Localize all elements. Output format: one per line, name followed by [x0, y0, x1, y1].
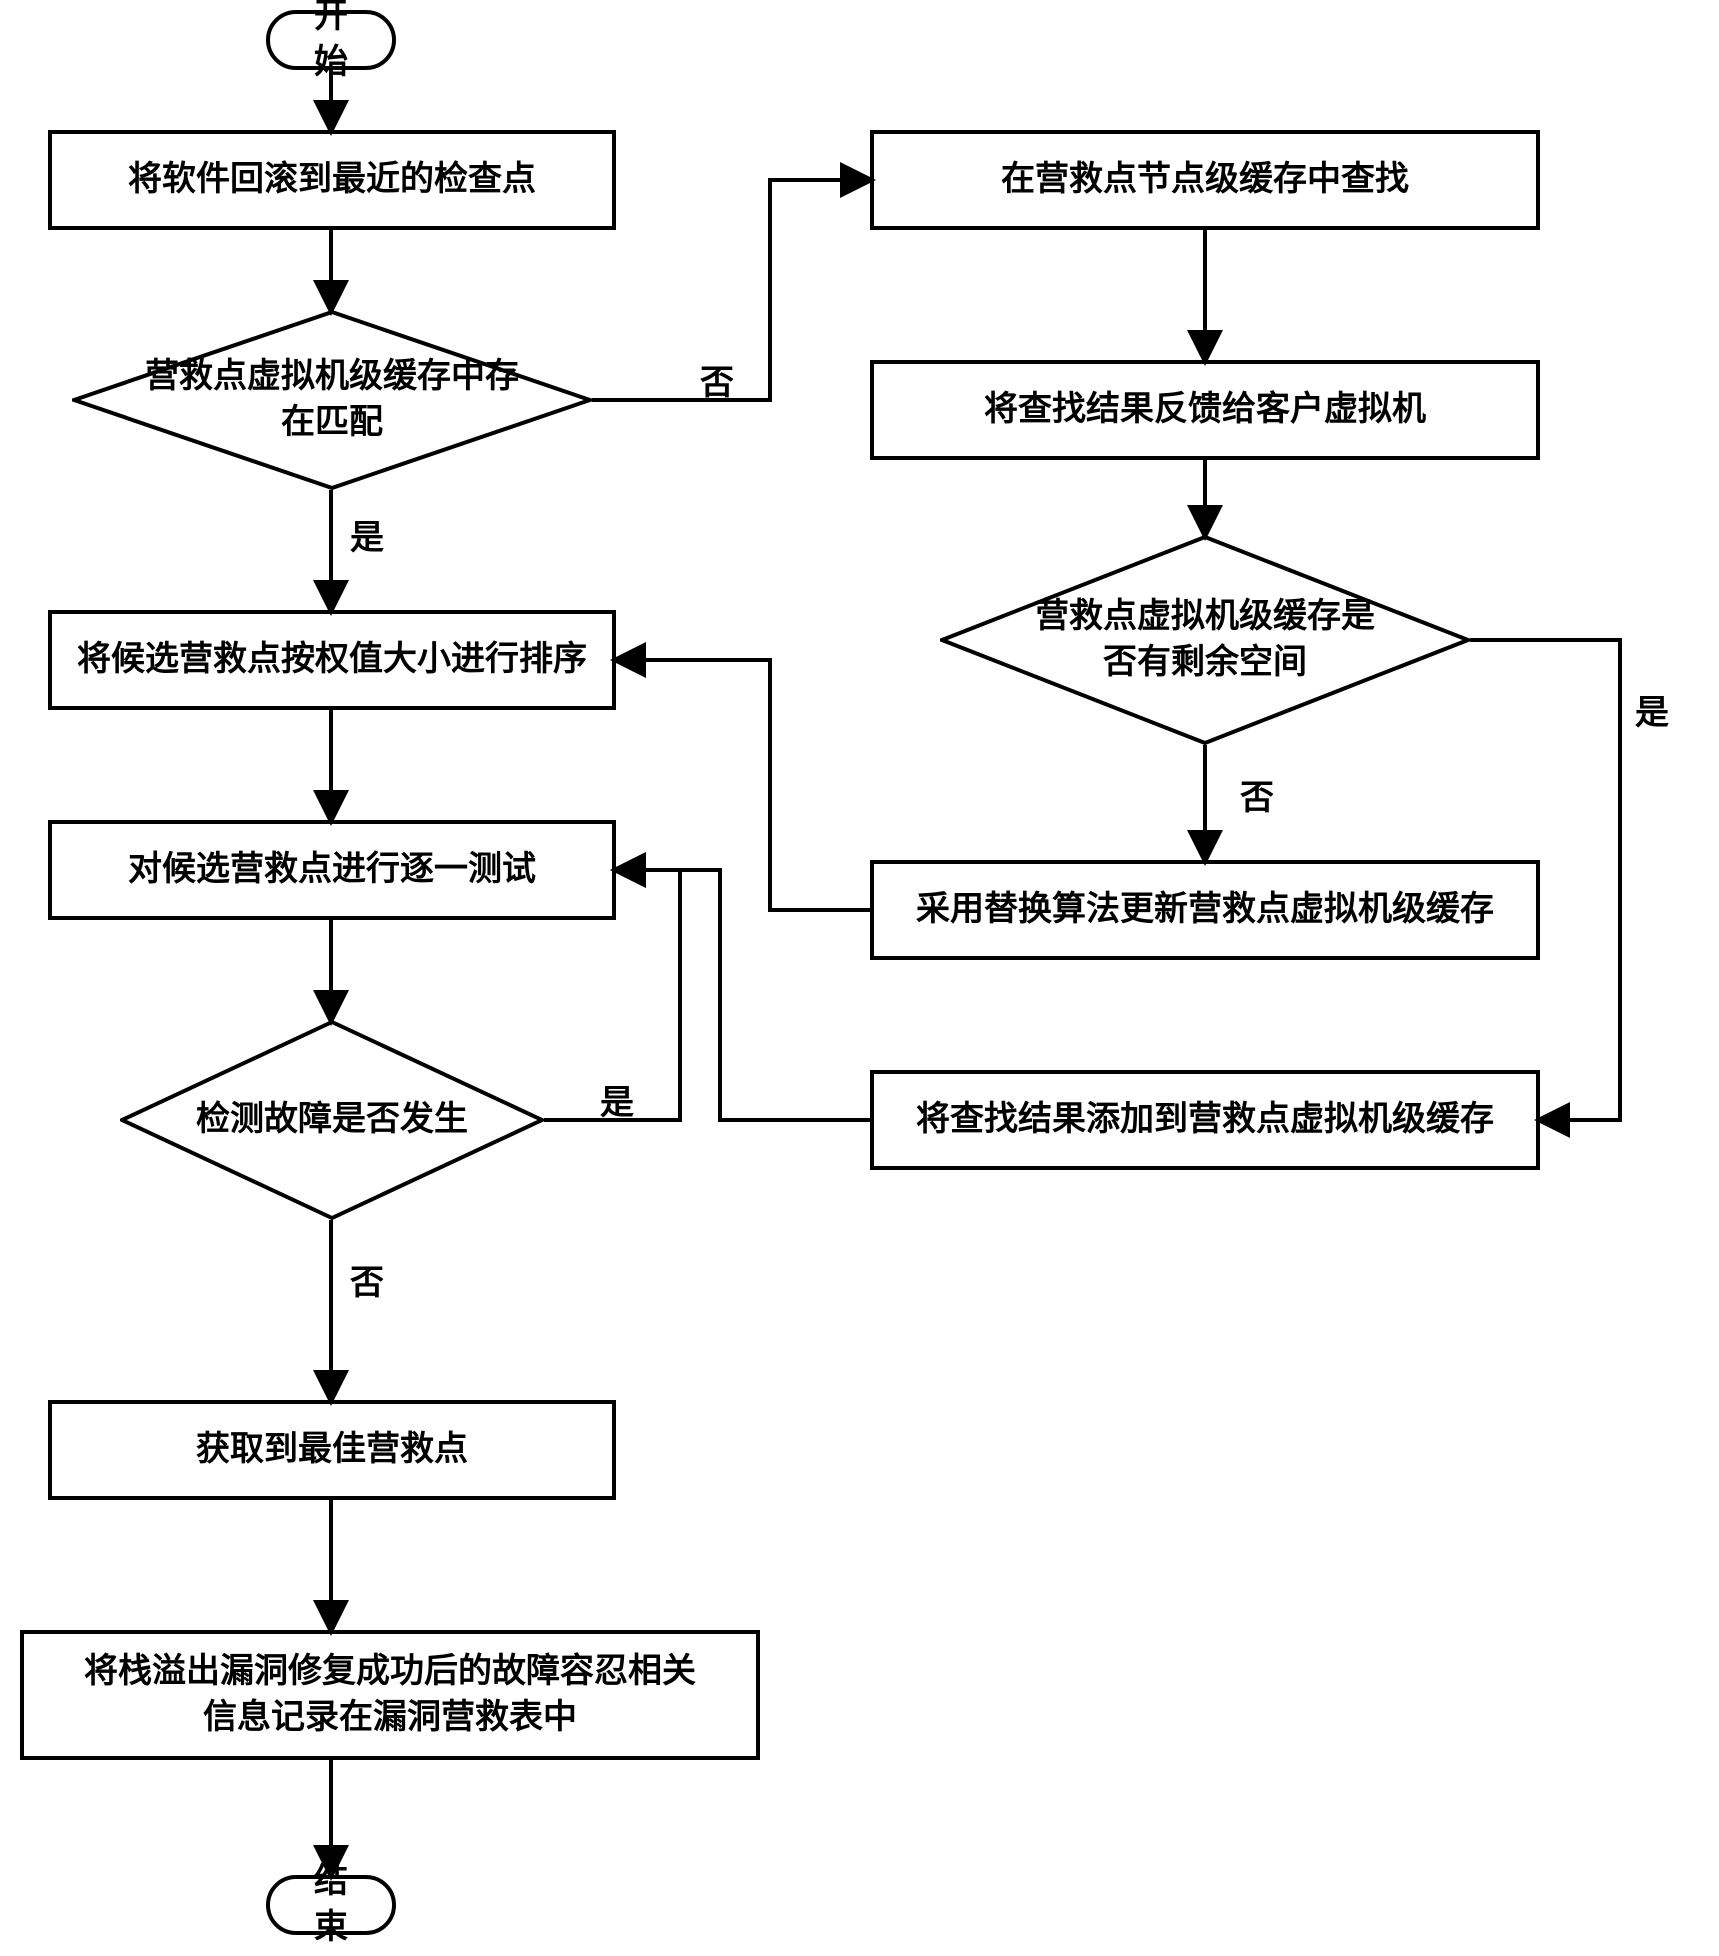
process-sort-rescue-text: 将候选营救点按权值大小进行排序 [77, 637, 587, 683]
process-record-vuln-table: 将栈溢出漏洞修复成功后的故障容忍相关 信息记录在漏洞营救表中 [20, 1630, 760, 1760]
process-search-node-cache: 在营救点节点级缓存中查找 [870, 130, 1540, 230]
process-get-best-rescue: 获取到最佳营救点 [48, 1400, 616, 1500]
decision-fault-occur: 检测故障是否发生 [120, 1020, 544, 1220]
process-feedback-client-text: 将查找结果反馈给客户虚拟机 [984, 387, 1426, 433]
process-replace-update-cache: 采用替换算法更新营救点虚拟机级缓存 [870, 860, 1540, 960]
decision-vm-cache-space-text: 营救点虚拟机级缓存是 否有剩余空间 [1035, 594, 1375, 686]
decision-vm-cache-match-text: 营救点虚拟机级缓存中存在匹配 [132, 354, 532, 446]
process-sort-rescue: 将候选营救点按权值大小进行排序 [48, 610, 616, 710]
process-search-node-cache-text: 在营救点节点级缓存中查找 [1001, 157, 1409, 203]
end-label: 结束 [304, 1859, 358, 1951]
start-label: 开始 [304, 0, 358, 86]
label-dR-yes: 是 [1635, 685, 1669, 734]
process-record-vuln-table-text: 将栈溢出漏洞修复成功后的故障容忍相关 信息记录在漏洞营救表中 [84, 1649, 696, 1741]
label-d2-yes: 是 [600, 1075, 634, 1124]
process-replace-update-cache-text: 采用替换算法更新营救点虚拟机级缓存 [916, 887, 1494, 933]
label-d2-no: 否 [350, 1255, 384, 1304]
decision-fault-occur-text: 检测故障是否发生 [196, 1097, 468, 1143]
process-test-rescue: 对候选营救点进行逐一测试 [48, 820, 616, 920]
process-rollback-text: 将软件回滚到最近的检查点 [128, 157, 536, 203]
process-feedback-client: 将查找结果反馈给客户虚拟机 [870, 360, 1540, 460]
process-test-rescue-text: 对候选营救点进行逐一测试 [128, 847, 536, 893]
label-d1-yes: 是 [350, 510, 384, 559]
process-get-best-rescue-text: 获取到最佳营救点 [196, 1427, 468, 1473]
decision-vm-cache-space: 营救点虚拟机级缓存是 否有剩余空间 [940, 535, 1470, 745]
label-d1-no: 否 [700, 355, 734, 404]
process-add-to-vm-cache-text: 将查找结果添加到营救点虚拟机级缓存 [916, 1097, 1494, 1143]
flow-start-terminal: 开始 [266, 10, 396, 70]
process-add-to-vm-cache: 将查找结果添加到营救点虚拟机级缓存 [870, 1070, 1540, 1170]
label-dR-no: 否 [1240, 770, 1274, 819]
flow-end-terminal: 结束 [266, 1875, 396, 1935]
process-rollback: 将软件回滚到最近的检查点 [48, 130, 616, 230]
decision-vm-cache-match: 营救点虚拟机级缓存中存在匹配 [72, 310, 592, 490]
